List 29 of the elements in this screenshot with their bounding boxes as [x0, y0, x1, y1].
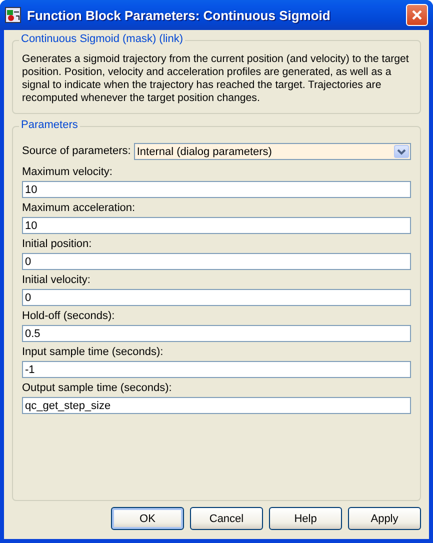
dialog-button[interactable]: Cancel: [190, 507, 263, 530]
field-label: Maximum acceleration:: [22, 202, 136, 215]
input-field[interactable]: 10: [22, 181, 411, 198]
close-icon: [411, 9, 423, 21]
source-dropdown[interactable]: Internal (dialog parameters): [134, 143, 411, 160]
field-label: Source of parameters:: [22, 145, 131, 158]
description-text: Generates a sigmoid trajectory from the current position (and velocity) to the target position. Position, velocity and acceleration profiles are generated, as well as a signal to indicate when the trajectory has reached the target. Trajectories are recomputed whenever the target position changes.: [22, 53, 410, 105]
input-field[interactable]: 10: [22, 217, 411, 234]
field-label: Initial velocity:: [22, 274, 92, 287]
input-field[interactable]: -1: [22, 361, 411, 378]
dialog-button[interactable]: Help: [269, 507, 342, 530]
dialog-button[interactable]: OK: [111, 507, 184, 530]
field-label: Output sample time (seconds):: [22, 382, 173, 395]
dialog-button[interactable]: Apply: [348, 507, 421, 530]
field-label: Input sample time (seconds):: [22, 346, 164, 359]
block-diagram-icon: [5, 7, 21, 23]
input-field[interactable]: 0: [22, 289, 411, 306]
field-label: Initial position:: [22, 238, 93, 251]
close-button[interactable]: [406, 4, 428, 26]
input-field[interactable]: qc_get_step_size: [22, 397, 411, 414]
group-title: Parameters: [19, 119, 80, 131]
chevron-down-icon: [397, 148, 406, 154]
field-label: Hold-off (seconds):: [22, 310, 116, 323]
dropdown-button[interactable]: [394, 145, 409, 158]
input-field[interactable]: 0: [22, 253, 411, 270]
group-title: Continuous Sigmoid (mask) (link): [19, 33, 185, 45]
input-field[interactable]: 0.5: [22, 325, 411, 342]
field-label: Maximum velocity:: [22, 166, 114, 179]
window-title: Function Block Parameters: Continuous Sigmoid: [27, 8, 332, 22]
